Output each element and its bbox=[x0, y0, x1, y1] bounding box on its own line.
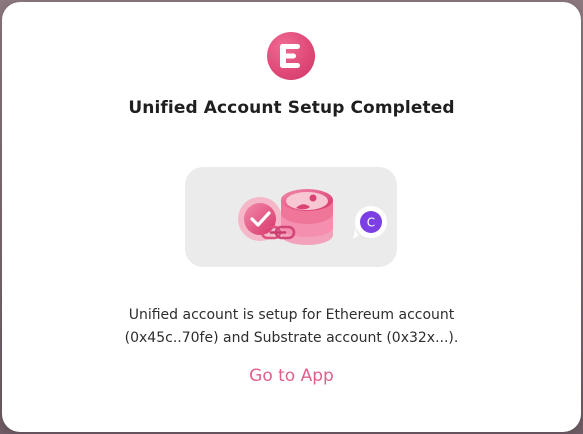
avatar-badge-icon: C bbox=[353, 206, 387, 239]
setup-complete-dialog: Unified Account Setup Completed C Unifie… bbox=[2, 2, 581, 432]
description-line-1: Unified account is setup for Ethereum ac… bbox=[128, 307, 455, 323]
brand-e-logo-icon bbox=[267, 32, 315, 80]
dialog-description: Unified account is setup for Ethereum ac… bbox=[2, 304, 581, 350]
account-stack-icon bbox=[281, 189, 333, 245]
unified-account-illustration: C bbox=[185, 167, 397, 267]
avatar-letter: C bbox=[367, 216, 375, 230]
dialog-title: Unified Account Setup Completed bbox=[128, 98, 455, 118]
go-to-app-button[interactable]: Go to App bbox=[2, 366, 581, 386]
description-line-2: (0x45c..70fe) and Substrate account (0x3… bbox=[124, 330, 459, 346]
